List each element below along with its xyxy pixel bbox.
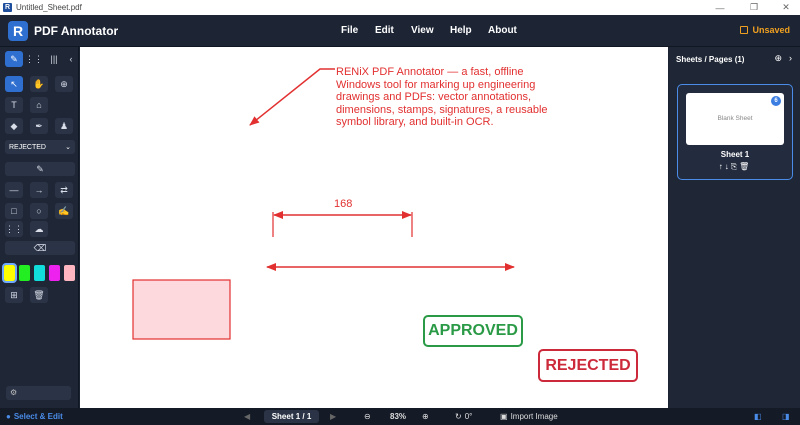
tag-tool-icon[interactable]: ⌂ <box>30 97 48 113</box>
close-icon[interactable]: ✕ <box>770 0 800 15</box>
menu-file[interactable]: File <box>341 25 358 36</box>
callout-leader-arrow[interactable] <box>249 68 335 126</box>
image-icon: ▣ <box>500 412 508 421</box>
menubar: R PDF Annotator File Edit View Help Abou… <box>0 15 800 47</box>
maximize-icon[interactable]: ❐ <box>738 0 770 15</box>
annotation-count-badge: 6 <box>771 96 781 106</box>
color-swatch-green[interactable] <box>19 265 30 281</box>
thumbnail-label: Blank Sheet <box>717 115 753 122</box>
dimension-tool-icon[interactable]: ⋮⋮ <box>5 221 23 237</box>
library-tab-icon[interactable]: ||| <box>45 51 63 67</box>
zoom-tool-icon[interactable]: ⊕ <box>55 76 73 92</box>
rectangle-annotation[interactable] <box>132 279 231 340</box>
select-tool-icon[interactable]: ↖ <box>5 76 23 92</box>
pencil-tool-icon[interactable]: ✎ <box>5 162 75 176</box>
stamp-select[interactable]: REJECTED ⌄ <box>5 140 75 154</box>
pan-tool-icon[interactable]: ✋ <box>30 76 48 92</box>
sheet-indicator: Sheet 1 / 1 <box>264 410 319 423</box>
mode-label: Select & Edit <box>13 412 63 421</box>
menu-edit[interactable]: Edit <box>375 25 394 36</box>
line-tool-icon[interactable]: — <box>5 182 23 198</box>
stamp-select-value: REJECTED <box>9 143 46 151</box>
rejected-stamp[interactable]: REJECTED <box>538 349 638 382</box>
save-icon <box>740 26 749 34</box>
mode-dot-icon: ● <box>6 412 11 421</box>
color-swatch-magenta[interactable] <box>49 265 60 281</box>
delete-icon[interactable]: 🗑 <box>30 287 48 303</box>
trash-icon[interactable]: 🗑 <box>739 162 751 171</box>
page-label: Sheet 1 <box>720 150 750 159</box>
menu-help[interactable]: Help <box>450 25 472 36</box>
gear-icon: ⚙ <box>10 388 18 397</box>
app-window-icon: R <box>3 3 12 12</box>
window-title: Untitled_Sheet.pdf <box>16 3 82 12</box>
document-canvas[interactable]: RENiX PDF Annotator — a fast, offline Wi… <box>80 47 668 408</box>
stamp-tool-icon[interactable]: ♟ <box>55 118 73 134</box>
zoom-out-icon[interactable]: ⊖ <box>364 408 371 425</box>
duplicate-icon[interactable]: ⎘ <box>731 162 739 171</box>
save-status[interactable]: Unsaved <box>740 25 790 35</box>
rotation-value: 0° <box>464 412 473 421</box>
sidebar-title: Sheets / Pages (1) <box>676 55 745 64</box>
chevron-down-icon: ⌄ <box>65 144 71 151</box>
status-bar: ● Select & Edit ◀ Sheet 1 / 1 ▶ ⊖ 83% ⊕ … <box>0 408 800 425</box>
next-sheet-icon[interactable]: ▶ <box>330 408 336 425</box>
color-swatch-cyan[interactable] <box>34 265 45 281</box>
freehand-tool-icon[interactable]: ✍ <box>55 203 73 219</box>
color-swatch-pink[interactable] <box>64 265 75 281</box>
color-swatch-yellow[interactable] <box>2 263 17 283</box>
app-logo: R <box>8 21 28 41</box>
arrow-tool-icon[interactable]: → <box>30 182 48 198</box>
pages-sidebar: Sheets / Pages (1) ⊕ › Blank Sheet 6 She… <box>669 47 800 408</box>
window-titlebar: R Untitled_Sheet.pdf <box>0 0 800 15</box>
settings-button[interactable]: ⚙ <box>6 386 71 400</box>
tool-panel: ✎ ⋮⋮ ||| ‹ ↖ ✋ ⊕ T ⌂ ◆ ✒ ♟ REJECTED ⌄ ✎ … <box>0 47 79 408</box>
menu-about[interactable]: About <box>488 25 517 36</box>
cloud-tool-icon[interactable]: ☁ <box>30 221 48 237</box>
import-image-label: Import Image <box>510 412 558 421</box>
page-thumbnail[interactable]: Blank Sheet 6 <box>686 93 784 145</box>
page-card[interactable]: Blank Sheet 6 Sheet 1 ↑↓⎘🗑 <box>677 84 793 180</box>
dimension-value[interactable]: 168 <box>334 198 352 210</box>
app-name: PDF Annotator <box>34 24 119 38</box>
prev-sheet-icon[interactable]: ◀ <box>244 408 250 425</box>
eraser-tool-icon[interactable]: ⌫ <box>5 241 75 255</box>
tools-tab-icon[interactable]: ✎ <box>5 51 23 67</box>
ellipse-tool-icon[interactable]: ○ <box>30 203 48 219</box>
double-arrow-tool-icon[interactable]: ⇄ <box>55 182 73 198</box>
zoom-level: 83% <box>390 412 407 421</box>
collapse-icon[interactable]: ‹ <box>62 51 80 67</box>
zoom-in-icon[interactable]: ⊕ <box>422 408 429 425</box>
toggle-right-panel-icon[interactable]: ◨ <box>782 408 790 425</box>
signature-tool-icon[interactable]: ✒ <box>30 118 48 134</box>
adjust-tab-icon[interactable]: ⋮⋮ <box>25 51 43 67</box>
rectangle-tool-icon[interactable]: □ <box>5 203 23 219</box>
toggle-left-panel-icon[interactable]: ◧ <box>754 408 762 425</box>
text-tool-icon[interactable]: T <box>5 97 23 113</box>
minimize-icon[interactable]: — <box>704 0 736 15</box>
add-page-icon[interactable]: ⊕ <box>774 53 782 64</box>
rotate-icon: ↻ <box>455 412 462 421</box>
callout-text[interactable]: RENiX PDF Annotator — a fast, offline Wi… <box>336 66 566 129</box>
import-image-button[interactable]: ▣ Import Image <box>500 408 558 425</box>
symbol-tool-icon[interactable]: ◆ <box>5 118 23 134</box>
chevron-right-icon[interactable]: › <box>789 53 792 64</box>
approved-stamp[interactable]: APPROVED <box>423 315 523 347</box>
add-image-icon[interactable]: ⊞ <box>5 287 23 303</box>
menu-view[interactable]: View <box>411 25 434 36</box>
rotate-button[interactable]: ↻ 0° <box>455 408 472 425</box>
mode-indicator: ● Select & Edit <box>6 408 63 425</box>
save-status-label: Unsaved <box>752 25 790 35</box>
